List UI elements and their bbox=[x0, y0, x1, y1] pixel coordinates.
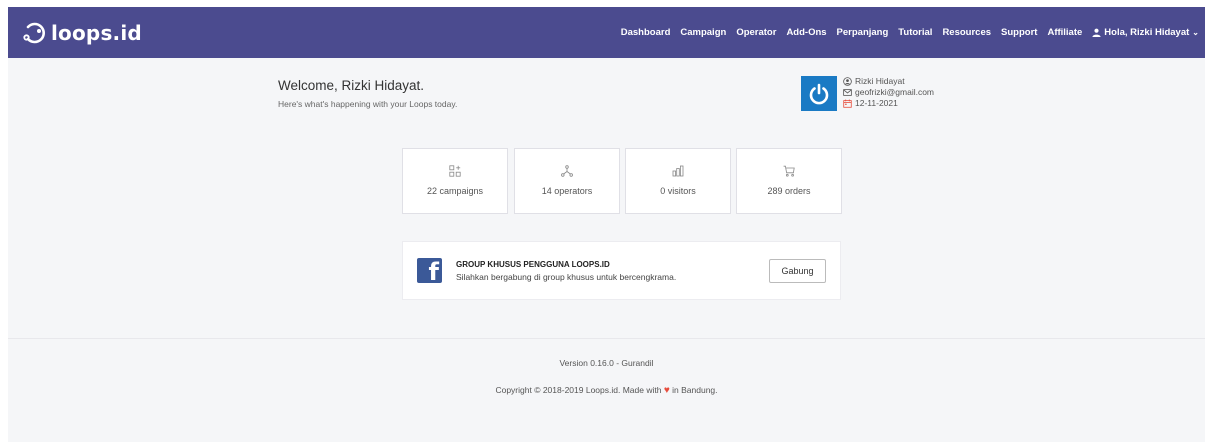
nav-resources[interactable]: Resources bbox=[942, 27, 991, 38]
welcome-title: Welcome, Rizki Hidayat. bbox=[278, 78, 425, 93]
footer-version: Version 0.16.0 - Gurandil bbox=[559, 358, 654, 368]
stat-operators-label: 14 operators bbox=[541, 186, 593, 196]
footer-divider bbox=[8, 338, 1205, 339]
brand-logo[interactable]: loops.id bbox=[22, 20, 142, 46]
stat-card-visitors[interactable]: 0 visitors bbox=[625, 148, 731, 214]
copyright-prefix: Copyright © 2018-2019 Loops.id. Made wit… bbox=[495, 385, 662, 395]
stat-campaigns-label: 22 campaigns bbox=[426, 186, 484, 196]
heart-icon: ♥ bbox=[663, 385, 670, 396]
nav-support[interactable]: Support bbox=[1001, 27, 1037, 38]
profile-name: Rizki Hidayat bbox=[855, 76, 905, 86]
stat-card-orders[interactable]: 289 orders bbox=[736, 148, 842, 214]
campaigns-icon bbox=[449, 165, 461, 177]
user-menu[interactable]: Hola, Rizki Hidayat ⌄ bbox=[1092, 27, 1199, 38]
nav-add-ons[interactable]: Add-Ons bbox=[786, 27, 826, 38]
nav-affiliate[interactable]: Affiliate bbox=[1047, 27, 1082, 38]
top-navbar: loops.id Dashboard Campaign Operator Add… bbox=[8, 7, 1205, 58]
nav-operator[interactable]: Operator bbox=[736, 27, 776, 38]
facebook-group-title: GROUP KHUSUS PENGGUNA LOOPS.ID bbox=[456, 259, 610, 269]
page-background bbox=[8, 7, 1205, 442]
user-menu-label: Hola, Rizki Hidayat bbox=[1104, 27, 1190, 38]
brand-name: loops.id bbox=[51, 20, 142, 45]
footer-copyright: Copyright © 2018-2019 Loops.id. Made wit… bbox=[8, 385, 1205, 396]
profile-email-row: geofrizki@gmail.com bbox=[843, 87, 934, 98]
calendar-icon bbox=[843, 99, 852, 108]
stat-visitors-label: 0 visitors bbox=[660, 186, 696, 196]
nav-campaign[interactable]: Campaign bbox=[680, 27, 726, 38]
facebook-icon: f bbox=[417, 258, 442, 283]
operators-icon bbox=[561, 165, 573, 177]
orders-icon bbox=[783, 165, 795, 177]
profile-date: 12-11-2021 bbox=[855, 98, 898, 108]
profile-info: Rizki Hidayat geofrizki@gmail.com 12-11-… bbox=[843, 76, 934, 111]
welcome-section: Welcome, Rizki Hidayat. Here's what's ha… bbox=[278, 78, 457, 109]
nav-dashboard[interactable]: Dashboard bbox=[621, 27, 671, 38]
user-icon bbox=[1092, 28, 1101, 37]
visitors-icon bbox=[672, 165, 684, 177]
avatar[interactable] bbox=[801, 76, 837, 111]
stat-orders-label: 289 orders bbox=[767, 186, 811, 196]
profile-card: Rizki Hidayat geofrizki@gmail.com 12-11-… bbox=[801, 76, 934, 111]
join-group-button[interactable]: Gabung bbox=[769, 258, 826, 283]
profile-email: geofrizki@gmail.com bbox=[855, 87, 935, 97]
chevron-down-icon: ⌄ bbox=[1192, 28, 1199, 37]
envelope-icon bbox=[843, 89, 852, 96]
welcome-subtitle: Here's what's happening with your Loops … bbox=[278, 99, 458, 109]
profile-date-row: 12-11-2021 bbox=[843, 98, 934, 109]
facebook-logo-letter: f bbox=[428, 258, 439, 283]
copyright-suffix: in Bandung. bbox=[672, 385, 718, 395]
nav-menu: Dashboard Campaign Operator Add-Ons Perp… bbox=[611, 27, 1199, 38]
power-icon bbox=[809, 83, 829, 104]
stat-card-operators[interactable]: 14 operators bbox=[514, 148, 620, 214]
profile-name-row: Rizki Hidayat bbox=[843, 76, 934, 87]
nav-tutorial[interactable]: Tutorial bbox=[898, 27, 932, 38]
loops-logo-icon bbox=[23, 22, 45, 43]
nav-perpanjang[interactable]: Perpanjang bbox=[837, 27, 889, 38]
facebook-group-card: f GROUP KHUSUS PENGGUNA LOOPS.ID Silahka… bbox=[402, 241, 841, 300]
user-circle-icon bbox=[843, 77, 852, 86]
facebook-group-text: GROUP KHUSUS PENGGUNA LOOPS.ID Silahkan … bbox=[456, 260, 676, 282]
stat-card-campaigns[interactable]: 22 campaigns bbox=[402, 148, 508, 214]
facebook-group-subtitle: Silahkan bergabung di group khusus untuk… bbox=[456, 271, 677, 282]
